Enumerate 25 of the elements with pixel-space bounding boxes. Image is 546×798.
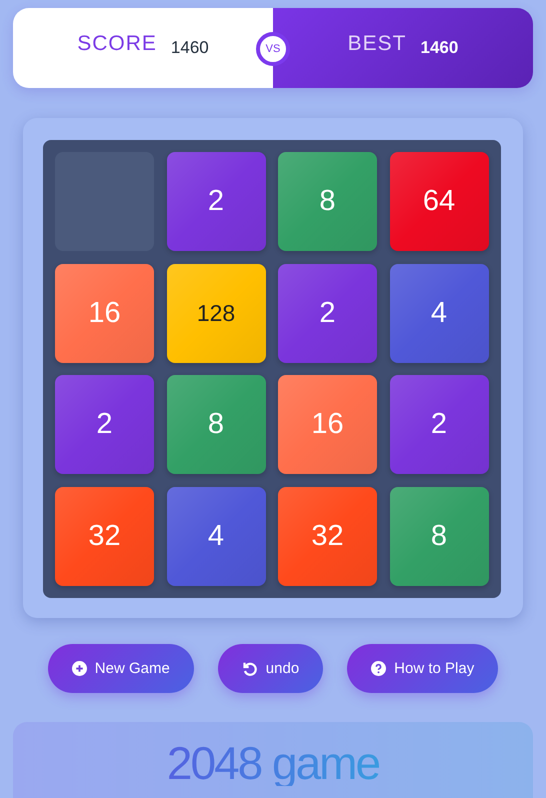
number-tile: 16 <box>55 264 154 362</box>
undo-icon <box>242 660 258 676</box>
number-tile: 128 <box>166 264 266 362</box>
number-tile: 8 <box>390 486 488 586</box>
number-tile: 4 <box>166 486 266 586</box>
best-label: BEST <box>348 32 407 56</box>
best-value: 1460 <box>420 38 458 58</box>
help-icon <box>371 661 386 676</box>
number-tile: 16 <box>278 375 377 474</box>
score-label: SCORE <box>77 32 157 56</box>
number-tile: 32 <box>278 486 377 586</box>
number-tile: 2 <box>55 375 154 474</box>
help-button[interactable]: How to Play <box>347 644 498 693</box>
number-tile: 2 <box>166 152 266 251</box>
number-tile: 4 <box>390 264 488 362</box>
number-tile: 2 <box>390 375 488 474</box>
new-game-button[interactable]: New Game <box>48 644 194 693</box>
undo-button[interactable]: undo <box>218 644 324 693</box>
plus-circle-icon <box>72 661 87 676</box>
number-tile: 2 <box>278 264 377 362</box>
number-tile: 8 <box>278 152 377 251</box>
score-value: 1460 <box>170 38 209 58</box>
number-tile: 8 <box>166 375 266 474</box>
number-tile: 64 <box>390 152 488 251</box>
number-tile: 32 <box>55 486 154 586</box>
